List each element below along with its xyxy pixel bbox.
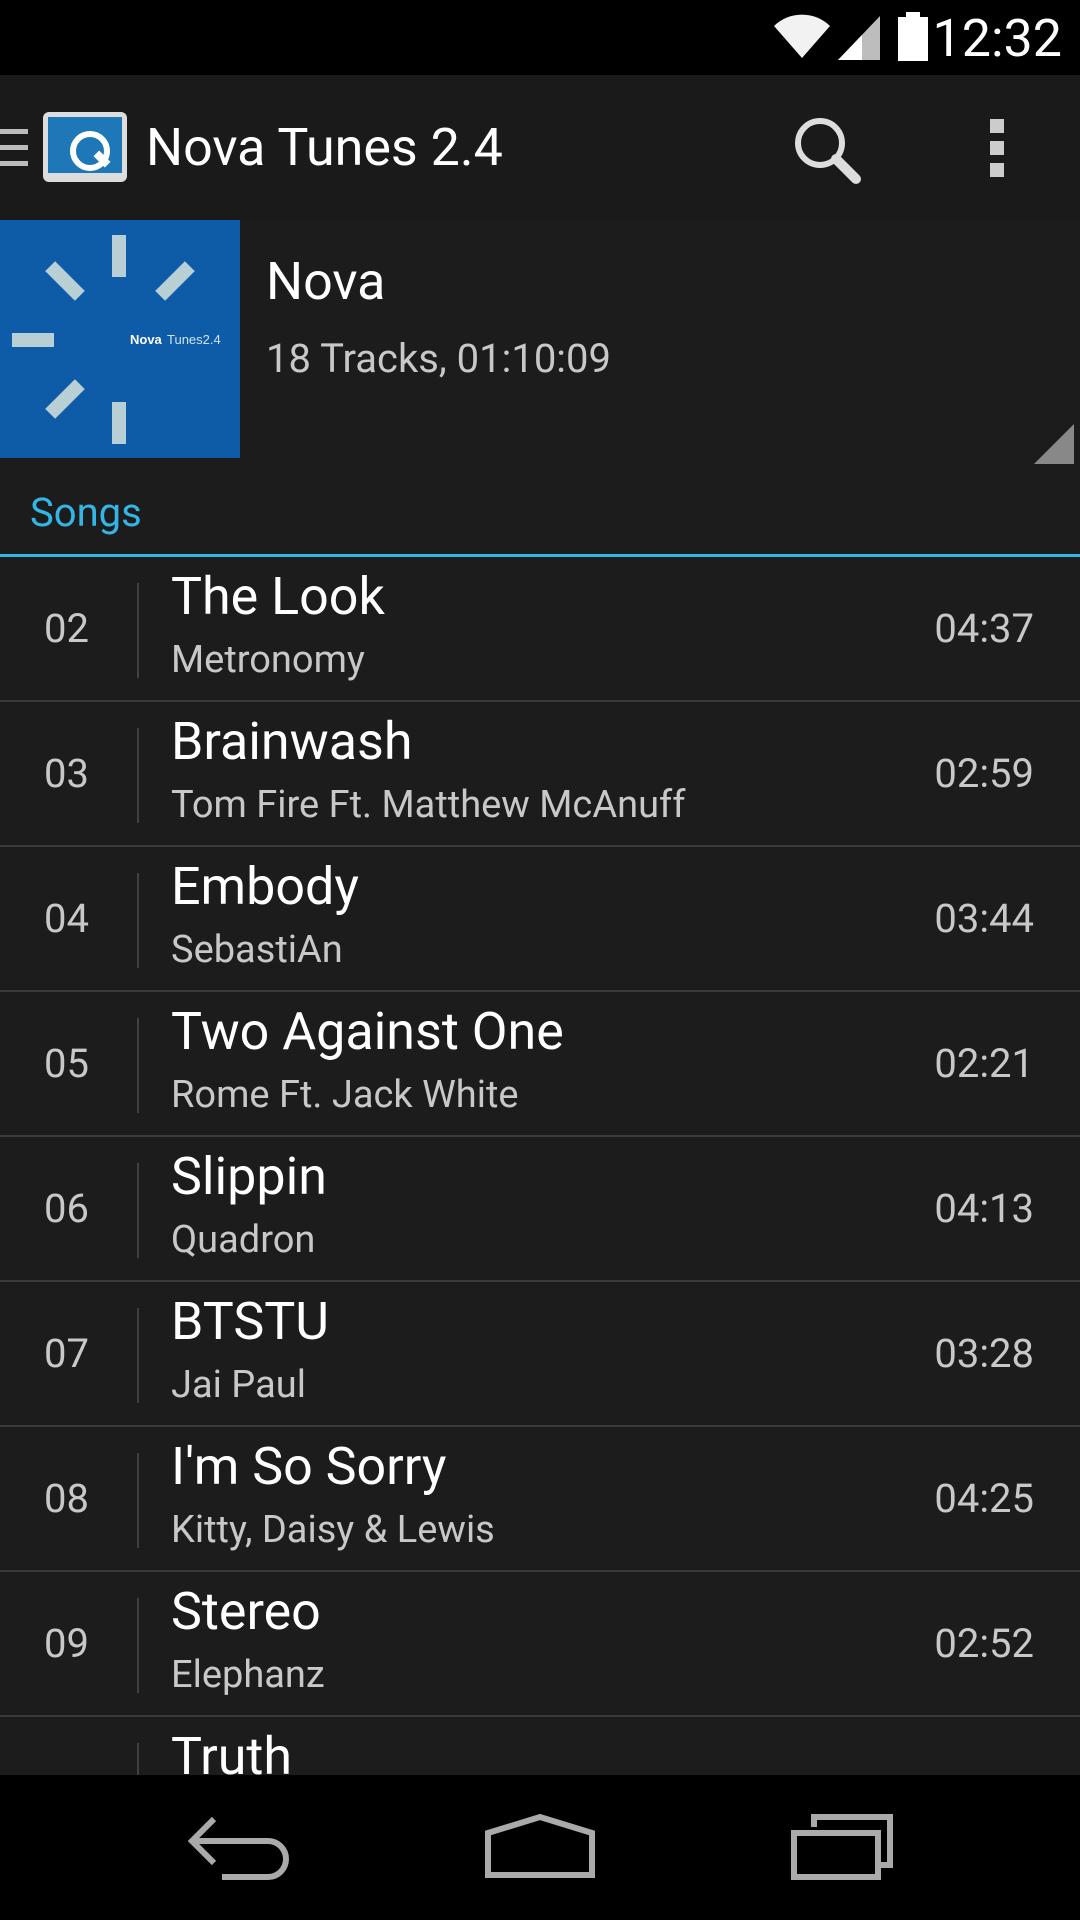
album-art-logo-light: Tunes2.4: [167, 332, 221, 347]
track-row[interactable]: 06 Slippin Quadron 04:13: [0, 1137, 1080, 1282]
app-title: Nova Tunes 2.4: [146, 117, 503, 178]
track-divider: [137, 1743, 139, 1775]
track-number: 07: [44, 1330, 89, 1377]
track-title: Brainwash: [171, 711, 413, 772]
status-icons: [772, 12, 930, 62]
wifi-icon: [774, 14, 831, 59]
album-meta: 18 Tracks, 01:10:09: [266, 335, 611, 382]
signal-icon: [838, 16, 881, 60]
track-artist: Quadron: [171, 1218, 316, 1262]
album-title: Nova: [266, 251, 386, 312]
track-row[interactable]: 05 Two Against One Rome Ft. Jack White 0…: [0, 992, 1080, 1137]
track-divider: [137, 1453, 139, 1548]
track-list[interactable]: 02 The Look Metronomy 04:37 03 Brainwash…: [0, 557, 1080, 1775]
overflow-menu-icon[interactable]: [980, 115, 1016, 181]
recents-icon[interactable]: [790, 1813, 894, 1883]
track-number: 09: [44, 1620, 89, 1667]
track-number: 06: [44, 1185, 89, 1232]
track-number: 08: [44, 1475, 89, 1522]
track-divider: [137, 1308, 139, 1403]
expand-corner-icon[interactable]: [1034, 424, 1074, 464]
home-icon[interactable]: [484, 1813, 596, 1879]
drawer-icon[interactable]: [0, 127, 30, 169]
track-title: Embody: [171, 856, 359, 917]
back-icon[interactable]: [188, 1813, 292, 1883]
status-time: 12:32: [932, 8, 1063, 69]
album-header[interactable]: Nova Tunes2.4 Nova 18 Tracks, 01:10:09: [0, 220, 1080, 464]
track-title: I'm So Sorry: [171, 1436, 447, 1497]
section-label-songs: Songs: [30, 489, 142, 536]
section-header: Songs: [0, 485, 1080, 557]
track-title: Two Against One: [171, 1001, 564, 1062]
track-artist: Tom Fire Ft. Matthew McAnuff: [171, 783, 686, 827]
track-title: The Look: [171, 566, 385, 627]
track-artist: Rome Ft. Jack White: [171, 1073, 519, 1117]
track-artist: SebastiAn: [171, 928, 343, 972]
track-artist: Kitty, Daisy & Lewis: [171, 1508, 495, 1552]
track-duration: 02:59: [934, 750, 1034, 797]
track-title: Slippin: [171, 1146, 327, 1207]
track-title: Stereo: [171, 1581, 321, 1642]
track-number: 02: [44, 605, 89, 652]
track-duration: 03:28: [934, 1330, 1034, 1377]
track-title: Truth: [171, 1726, 293, 1775]
track-number: 05: [44, 1040, 89, 1087]
track-artist: Elephanz: [171, 1653, 325, 1697]
track-duration: 03:44: [934, 895, 1034, 942]
track-divider: [137, 1163, 139, 1258]
track-divider: [137, 1598, 139, 1693]
app-logo-icon[interactable]: [42, 111, 128, 183]
navigation-bar: [0, 1775, 1080, 1920]
track-row[interactable]: 07 BTSTU Jai Paul 03:28: [0, 1282, 1080, 1427]
track-divider: [137, 728, 139, 823]
battery-icon: [898, 12, 928, 61]
track-divider: [137, 873, 139, 968]
track-row[interactable]: 09 Stereo Elephanz 02:52: [0, 1572, 1080, 1717]
track-duration: 02:52: [934, 1620, 1034, 1667]
album-art-logo-bold: Nova: [130, 332, 163, 347]
track-title: BTSTU: [171, 1291, 329, 1352]
track-row[interactable]: 03 Brainwash Tom Fire Ft. Matthew McAnuf…: [0, 702, 1080, 847]
track-row[interactable]: 02 The Look Metronomy 04:37: [0, 557, 1080, 702]
track-number: 03: [44, 750, 89, 797]
track-row[interactable]: 04 Embody SebastiAn 03:44: [0, 847, 1080, 992]
track-duration: 04:37: [934, 605, 1034, 652]
track-artist: Jai Paul: [171, 1363, 306, 1407]
track-duration: 02:21: [934, 1040, 1034, 1087]
search-icon[interactable]: [790, 113, 862, 185]
status-bar: 12:32: [0, 0, 1080, 75]
track-duration: 04:13: [934, 1185, 1034, 1232]
action-bar: Nova Tunes 2.4: [0, 75, 1080, 220]
track-duration: 04:25: [934, 1475, 1034, 1522]
track-number: 04: [44, 895, 89, 942]
track-divider: [137, 1018, 139, 1113]
track-divider: [137, 583, 139, 678]
album-art: Nova Tunes2.4: [0, 220, 240, 458]
track-row[interactable]: Truth: [0, 1717, 1080, 1775]
track-row[interactable]: 08 I'm So Sorry Kitty, Daisy & Lewis 04:…: [0, 1427, 1080, 1572]
track-artist: Metronomy: [171, 638, 365, 682]
